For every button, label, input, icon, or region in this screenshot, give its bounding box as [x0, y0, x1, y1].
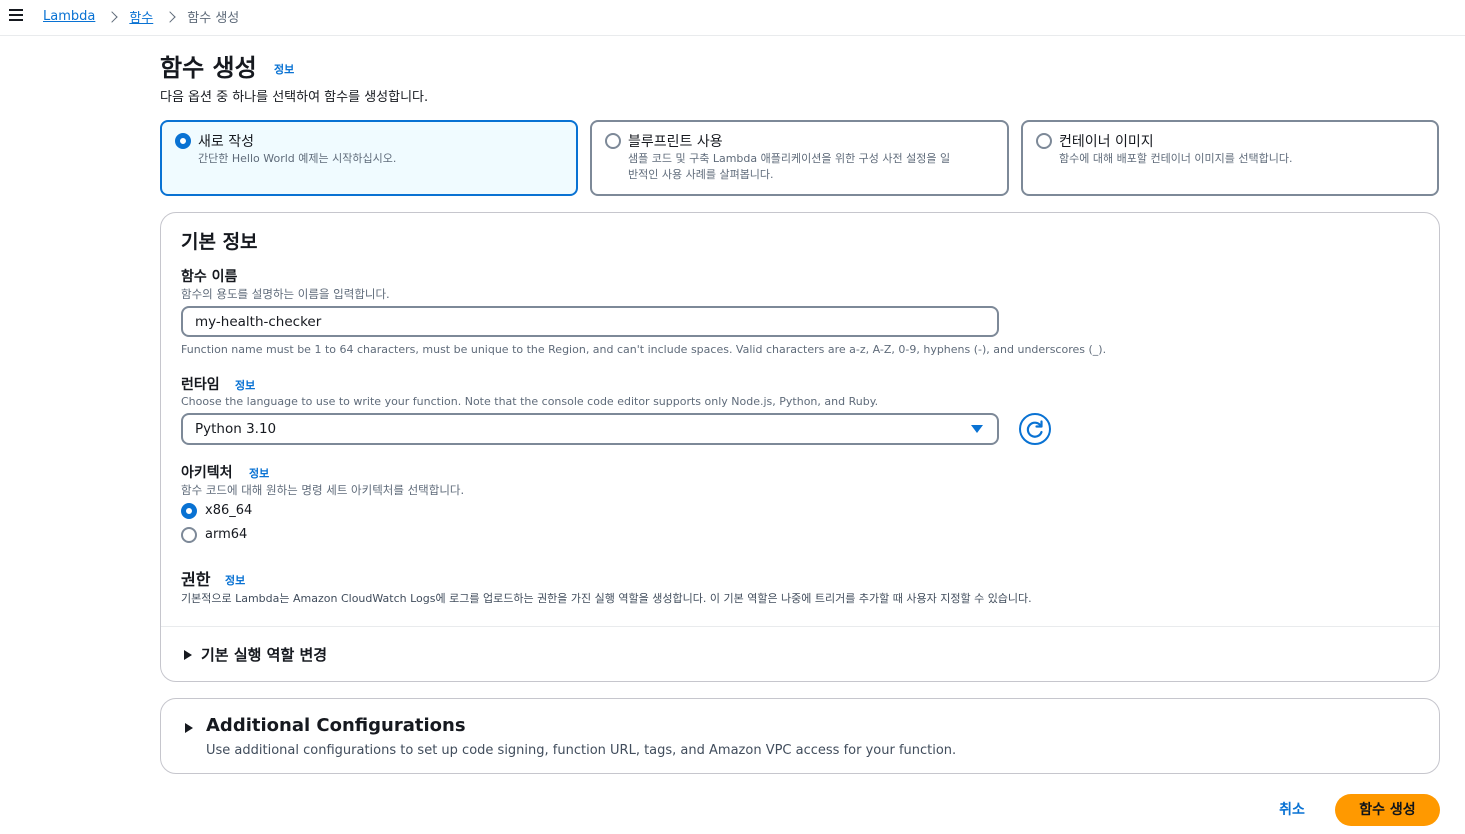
additional-configurations-title: Additional Configurations [206, 715, 466, 736]
option-title: 새로 작성 [198, 134, 254, 150]
permissions-label: 권한 [181, 570, 211, 589]
function-name-input[interactable]: my-health-checker [181, 306, 999, 337]
breadcrumb: Lambda 함수 함수 생성 [43, 7, 239, 26]
radio-x86-64[interactable] [181, 503, 197, 519]
option-use-blueprint[interactable]: 블루프린트 사용 샘플 코드 및 구축 Lambda 애플리케이션을 위한 구성… [590, 120, 1009, 196]
basic-info-title: 기본 정보 [181, 231, 258, 253]
permissions-info-link[interactable]: 정보 [225, 572, 245, 588]
runtime-label: 런타임 [181, 377, 220, 393]
page-title: 함수 생성 [160, 54, 257, 82]
runtime-selected-value: Python 3.10 [195, 421, 277, 437]
basic-info-panel: 기본 정보 함수 이름 함수의 용도를 설명하는 이름을 입력합니다. my-h… [160, 212, 1440, 682]
refresh-icon [1026, 420, 1043, 438]
permissions-description: 기본적으로 Lambda는 Amazon CloudWatch Logs에 로그… [181, 592, 1032, 605]
x86-64-label[interactable]: x86_64 [205, 503, 252, 518]
hamburger-menu-icon[interactable] [9, 9, 23, 23]
option-title: 블루프린트 사용 [628, 134, 723, 150]
arm64-label[interactable]: arm64 [205, 527, 247, 542]
radio-arm64[interactable] [181, 527, 197, 543]
architecture-description: 함수 코드에 대해 원하는 명령 세트 아키텍처를 선택합니다. [181, 483, 465, 497]
runtime-description: Choose the language to use to write your… [181, 395, 879, 408]
divider [161, 626, 1439, 627]
radio-container-image[interactable] [1036, 133, 1052, 149]
caret-right-icon [185, 723, 193, 733]
refresh-runtime-button[interactable] [1019, 413, 1051, 445]
runtime-info-link[interactable]: 정보 [235, 377, 255, 393]
architecture-label: 아키텍처 [181, 465, 233, 481]
option-description-line-2: 반적인 사용 사례를 살펴봅니다. [628, 168, 774, 181]
chevron-right-icon [107, 10, 117, 24]
breadcrumb-lambda-link[interactable]: Lambda [43, 9, 95, 24]
option-description: 함수에 대해 배포할 컨테이너 이미지를 선택합니다. [1059, 152, 1293, 165]
change-execution-role-toggle[interactable]: 기본 실행 역할 변경 [181, 641, 481, 667]
page-info-link[interactable]: 정보 [274, 61, 294, 77]
page-description: 다음 옵션 중 하나를 선택하여 함수를 생성합니다. [160, 90, 429, 105]
caret-right-icon [184, 650, 192, 660]
radio-use-blueprint[interactable] [605, 133, 621, 149]
top-bar: Lambda 함수 함수 생성 [0, 0, 1465, 36]
radio-author-from-scratch[interactable] [175, 133, 191, 149]
additional-configurations-panel[interactable]: Additional Configurations Use additional… [160, 698, 1440, 774]
option-container-image[interactable]: 컨테이너 이미지 함수에 대해 배포할 컨테이너 이미지를 선택합니다. [1021, 120, 1439, 196]
breadcrumb-current: 함수 생성 [187, 11, 240, 26]
function-name-description: 함수의 용도를 설명하는 이름을 입력합니다. [181, 287, 390, 301]
option-title: 컨테이너 이미지 [1059, 134, 1154, 150]
option-description: 샘플 코드 및 구축 Lambda 애플리케이션을 위한 구성 사전 설정을 일… [628, 151, 950, 183]
caret-down-icon [971, 425, 983, 433]
option-description: 간단한 Hello World 예제는 시작하십시오. [198, 152, 397, 165]
breadcrumb-functions-link[interactable]: 함수 [129, 7, 153, 26]
option-author-from-scratch[interactable]: 새로 작성 간단한 Hello World 예제는 시작하십시오. [160, 120, 578, 196]
chevron-right-icon [165, 10, 175, 24]
additional-configurations-description: Use additional configurations to set up … [206, 743, 957, 758]
change-execution-role-label: 기본 실행 역할 변경 [201, 646, 328, 664]
create-function-button[interactable]: 함수 생성 [1335, 794, 1440, 826]
function-name-label: 함수 이름 [181, 269, 238, 285]
option-description-line-1: 샘플 코드 및 구축 Lambda 애플리케이션을 위한 구성 사전 설정을 일 [628, 152, 951, 165]
runtime-select[interactable]: Python 3.10 [181, 413, 999, 445]
cancel-button[interactable]: 취소 [1270, 798, 1314, 822]
function-name-constraint: Function name must be 1 to 64 characters… [181, 343, 1107, 356]
architecture-info-link[interactable]: 정보 [249, 465, 269, 481]
